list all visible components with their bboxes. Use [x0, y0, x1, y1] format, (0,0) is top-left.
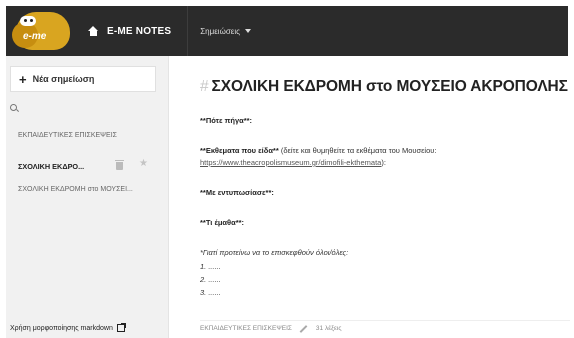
home-icon — [88, 25, 99, 37]
note-line-recommend: *Γιατί προτείνω να το επισκεφθούν όλοι/ό… — [200, 248, 349, 257]
note-list-item[interactable]: ΣΧΟΛΙΚΗ ΕΚΔΡΟΜΗ στο ΜΟΥΣΕΙ... — [18, 186, 133, 193]
note-line-learned: **Τι έμαθα**: — [200, 218, 245, 227]
external-link-icon — [116, 323, 126, 332]
top-navbar: e-me E-ME NOTES Σημειώσεις — [6, 6, 568, 56]
note-footer: ΕΚΠΑΙΔΕΥΤΙΚΕΣ ΕΠΙΣΚΕΨΕΙΣ 31 λέξεις — [200, 324, 342, 333]
note-title-text: ΣΧΟΛΙΚΗ ΕΚΔΡΟΜΗ στο ΜΟΥΣΕΙΟ ΑΚΡΟΠΟΛΗΣ — [211, 78, 568, 95]
note-list-item: 1. ...... — [200, 262, 221, 271]
home-nav-label: E-ME NOTES — [107, 25, 172, 37]
home-nav-link[interactable]: E-ME NOTES — [78, 6, 181, 56]
note-list-item: 3. ...... — [200, 288, 221, 297]
new-note-button[interactable]: + Νέα σημείωση — [10, 66, 156, 92]
note-line-exhibits: **Εκθεματα που είδα** (δείτε και θυμηθεί… — [200, 146, 437, 155]
trash-icon[interactable] — [115, 160, 124, 170]
word-count: 31 λέξεις — [315, 325, 342, 332]
note-list-item-active[interactable]: ΣΧΟΛΙΚΗ ΕΚΔΡΟ... — [18, 162, 84, 171]
note-line-impressed: **Με εντυπωσίασε**: — [200, 188, 274, 197]
note-category[interactable]: ΕΚΠΑΙΔΕΥΤΙΚΕΣ ΕΠΙΣΚΕΨΕΙΣ — [200, 325, 292, 332]
pencil-icon[interactable] — [299, 324, 308, 333]
logo-mascot-face — [20, 16, 36, 26]
markdown-help-label: Χρήση μορφοποίησης markdown — [10, 324, 113, 332]
museum-link[interactable]: https://www.theacropolismuseum.gr/dimofi… — [200, 158, 381, 167]
new-note-label: Νέα σημείωση — [32, 74, 95, 84]
note-list-item: 2. ...... — [200, 275, 221, 284]
heading-hash-mark: # — [200, 78, 209, 95]
notes-sidebar: + Νέα σημείωση ΕΚΠΑΙΔΕΥΤΙΚΕΣ ΕΠΙΣΚΕΨΕΙΣ … — [6, 56, 169, 338]
search-icon[interactable] — [10, 104, 19, 113]
note-list-item[interactable]: ΕΚΠΑΙΔΕΥΤΙΚΕΣ ΕΠΙΣΚΕΨΕΙΣ — [18, 132, 117, 139]
note-title[interactable]: # ΣΧΟΛΙΚΗ ΕΚΔΡΟΜΗ στο ΜΟΥΣΕΙΟ ΑΚΡΟΠΟΛΗΣ — [200, 78, 568, 96]
e-me-logo[interactable]: e-me — [6, 6, 78, 56]
logo-text: e-me — [23, 31, 47, 42]
note-line-link-row: https://www.theacropolismuseum.gr/dimofi… — [200, 158, 386, 167]
markdown-help-link[interactable]: Χρήση μορφοποίησης markdown — [10, 323, 126, 332]
note-line-when: **Πότε πήγα**: — [200, 116, 253, 125]
caret-down-icon — [244, 29, 251, 33]
notes-dropdown[interactable]: Σημειώσεις — [187, 6, 263, 56]
plus-icon: + — [19, 71, 27, 87]
notes-dropdown-label: Σημειώσεις — [200, 26, 240, 36]
footer-divider — [200, 320, 570, 321]
star-icon[interactable]: ★ — [139, 158, 148, 169]
